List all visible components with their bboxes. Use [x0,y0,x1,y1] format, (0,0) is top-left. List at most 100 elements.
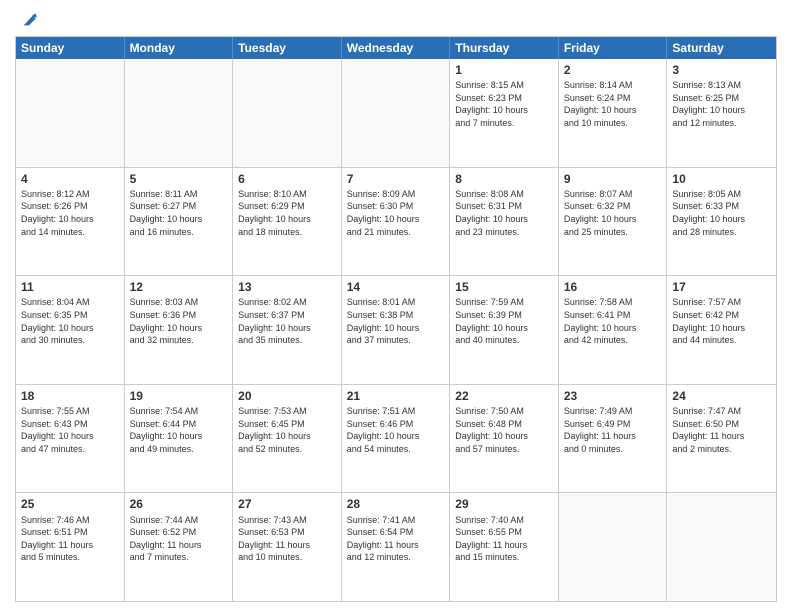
day-info: Sunrise: 7:51 AM Sunset: 6:46 PM Dayligh… [347,405,445,455]
day-info: Sunrise: 8:09 AM Sunset: 6:30 PM Dayligh… [347,188,445,238]
day-info: Sunrise: 8:01 AM Sunset: 6:38 PM Dayligh… [347,296,445,346]
day-info: Sunrise: 7:44 AM Sunset: 6:52 PM Dayligh… [130,514,228,564]
day-info: Sunrise: 7:54 AM Sunset: 6:44 PM Dayligh… [130,405,228,455]
calendar-cell: 4Sunrise: 8:12 AM Sunset: 6:26 PM Daylig… [16,168,125,276]
calendar-cell: 28 Sunrise: 7:41 AM Sunset: 6:54 PM Dayli… [342,493,451,601]
header [15,10,777,30]
day-number: 26 [130,496,228,512]
day-info: Sunrise: 7:40 AM Sunset: 6:55 PM Dayligh… [455,514,553,564]
day-info: Sunrise: 8:04 AM Sunset: 6:35 PM Dayligh… [21,296,119,346]
calendar-cell: 7Sunrise: 8:09 AM Sunset: 6:30 PM Daylig… [342,168,451,276]
day-number: 14 [347,279,445,295]
calendar-cell: 29 Sunrise: 7:40 AM Sunset: 6:55 PM Dayli… [450,493,559,601]
calendar-cell [16,59,125,167]
calendar-cell: 24Sunrise: 7:47 AM Sunset: 6:50 PM Dayli… [667,385,776,493]
calendar-row-4: 18Sunrise: 7:55 AM Sunset: 6:43 PM Dayli… [16,385,776,494]
day-info: Sunrise: 7:43 AM Sunset: 6:53 PM Dayligh… [238,514,336,564]
header-day-thursday: Thursday [450,37,559,59]
calendar-cell: 21Sunrise: 7:51 AM Sunset: 6:46 PM Dayli… [342,385,451,493]
calendar-cell: 11Sunrise: 8:04 AM Sunset: 6:35 PM Dayli… [16,276,125,384]
day-number: 23 [564,388,662,404]
day-number: 6 [238,171,336,187]
calendar-cell: 18Sunrise: 7:55 AM Sunset: 6:43 PM Dayli… [16,385,125,493]
calendar-cell [342,59,451,167]
day-info: Sunrise: 7:53 AM Sunset: 6:45 PM Dayligh… [238,405,336,455]
day-info: Sunrise: 8:07 AM Sunset: 6:32 PM Dayligh… [564,188,662,238]
calendar-cell: 26 Sunrise: 7:44 AM Sunset: 6:52 PM Dayli… [125,493,234,601]
day-info: Sunrise: 8:13 AM Sunset: 6:25 PM Dayligh… [672,79,771,129]
day-info: Sunrise: 7:41 AM Sunset: 6:54 PM Dayligh… [347,514,445,564]
calendar-cell: 10Sunrise: 8:05 AM Sunset: 6:33 PM Dayli… [667,168,776,276]
calendar-cell: 17Sunrise: 7:57 AM Sunset: 6:42 PM Dayli… [667,276,776,384]
header-day-monday: Monday [125,37,234,59]
day-info: Sunrise: 7:57 AM Sunset: 6:42 PM Dayligh… [672,296,771,346]
calendar-cell: 22Sunrise: 7:50 AM Sunset: 6:48 PM Dayli… [450,385,559,493]
day-info: Sunrise: 7:50 AM Sunset: 6:48 PM Dayligh… [455,405,553,455]
day-number: 9 [564,171,662,187]
day-number: 19 [130,388,228,404]
calendar-cell: 8Sunrise: 8:08 AM Sunset: 6:31 PM Daylig… [450,168,559,276]
header-day-tuesday: Tuesday [233,37,342,59]
logo-icon [17,10,37,30]
day-info: Sunrise: 8:08 AM Sunset: 6:31 PM Dayligh… [455,188,553,238]
day-number: 24 [672,388,771,404]
day-info: Sunrise: 7:47 AM Sunset: 6:50 PM Dayligh… [672,405,771,455]
day-info: Sunrise: 8:03 AM Sunset: 6:36 PM Dayligh… [130,296,228,346]
day-number: 25 [21,496,119,512]
calendar-header: SundayMondayTuesdayWednesdayThursdayFrid… [16,37,776,59]
calendar: SundayMondayTuesdayWednesdayThursdayFrid… [15,36,777,602]
day-number: 28 [347,496,445,512]
day-info: Sunrise: 7:49 AM Sunset: 6:49 PM Dayligh… [564,405,662,455]
day-number: 27 [238,496,336,512]
header-day-wednesday: Wednesday [342,37,451,59]
day-number: 18 [21,388,119,404]
calendar-body: 1Sunrise: 8:15 AM Sunset: 6:23 PM Daylig… [16,59,776,601]
calendar-cell: 20Sunrise: 7:53 AM Sunset: 6:45 PM Dayli… [233,385,342,493]
calendar-cell: 16Sunrise: 7:58 AM Sunset: 6:41 PM Dayli… [559,276,668,384]
day-number: 3 [672,62,771,78]
calendar-row-3: 11Sunrise: 8:04 AM Sunset: 6:35 PM Dayli… [16,276,776,385]
day-number: 11 [21,279,119,295]
calendar-cell: 27 Sunrise: 7:43 AM Sunset: 6:53 PM Dayli… [233,493,342,601]
header-day-friday: Friday [559,37,668,59]
day-info: Sunrise: 8:15 AM Sunset: 6:23 PM Dayligh… [455,79,553,129]
day-number: 29 [455,496,553,512]
calendar-cell [233,59,342,167]
logo [15,10,37,30]
day-number: 10 [672,171,771,187]
day-number: 22 [455,388,553,404]
calendar-cell: 15Sunrise: 7:59 AM Sunset: 6:39 PM Dayli… [450,276,559,384]
day-info: Sunrise: 7:46 AM Sunset: 6:51 PM Dayligh… [21,514,119,564]
day-info: Sunrise: 8:10 AM Sunset: 6:29 PM Dayligh… [238,188,336,238]
calendar-row-2: 4Sunrise: 8:12 AM Sunset: 6:26 PM Daylig… [16,168,776,277]
day-number: 4 [21,171,119,187]
day-number: 8 [455,171,553,187]
day-number: 16 [564,279,662,295]
calendar-cell: 2Sunrise: 8:14 AM Sunset: 6:24 PM Daylig… [559,59,668,167]
calendar-cell: 23Sunrise: 7:49 AM Sunset: 6:49 PM Dayli… [559,385,668,493]
day-info: Sunrise: 7:55 AM Sunset: 6:43 PM Dayligh… [21,405,119,455]
day-info: Sunrise: 8:02 AM Sunset: 6:37 PM Dayligh… [238,296,336,346]
day-number: 5 [130,171,228,187]
calendar-cell: 1Sunrise: 8:15 AM Sunset: 6:23 PM Daylig… [450,59,559,167]
day-info: Sunrise: 7:58 AM Sunset: 6:41 PM Dayligh… [564,296,662,346]
calendar-cell: 12Sunrise: 8:03 AM Sunset: 6:36 PM Dayli… [125,276,234,384]
day-info: Sunrise: 8:12 AM Sunset: 6:26 PM Dayligh… [21,188,119,238]
calendar-row-5: 25 Sunrise: 7:46 AM Sunset: 6:51 PM Dayli… [16,493,776,601]
day-number: 12 [130,279,228,295]
header-day-sunday: Sunday [16,37,125,59]
calendar-row-1: 1Sunrise: 8:15 AM Sunset: 6:23 PM Daylig… [16,59,776,168]
day-info: Sunrise: 8:11 AM Sunset: 6:27 PM Dayligh… [130,188,228,238]
calendar-cell [559,493,668,601]
day-number: 15 [455,279,553,295]
day-info: Sunrise: 8:05 AM Sunset: 6:33 PM Dayligh… [672,188,771,238]
calendar-cell [125,59,234,167]
calendar-cell [667,493,776,601]
day-number: 20 [238,388,336,404]
calendar-cell: 9Sunrise: 8:07 AM Sunset: 6:32 PM Daylig… [559,168,668,276]
day-number: 17 [672,279,771,295]
calendar-cell: 13Sunrise: 8:02 AM Sunset: 6:37 PM Dayli… [233,276,342,384]
calendar-page: SundayMondayTuesdayWednesdayThursdayFrid… [0,0,792,612]
day-info: Sunrise: 7:59 AM Sunset: 6:39 PM Dayligh… [455,296,553,346]
calendar-cell: 5Sunrise: 8:11 AM Sunset: 6:27 PM Daylig… [125,168,234,276]
